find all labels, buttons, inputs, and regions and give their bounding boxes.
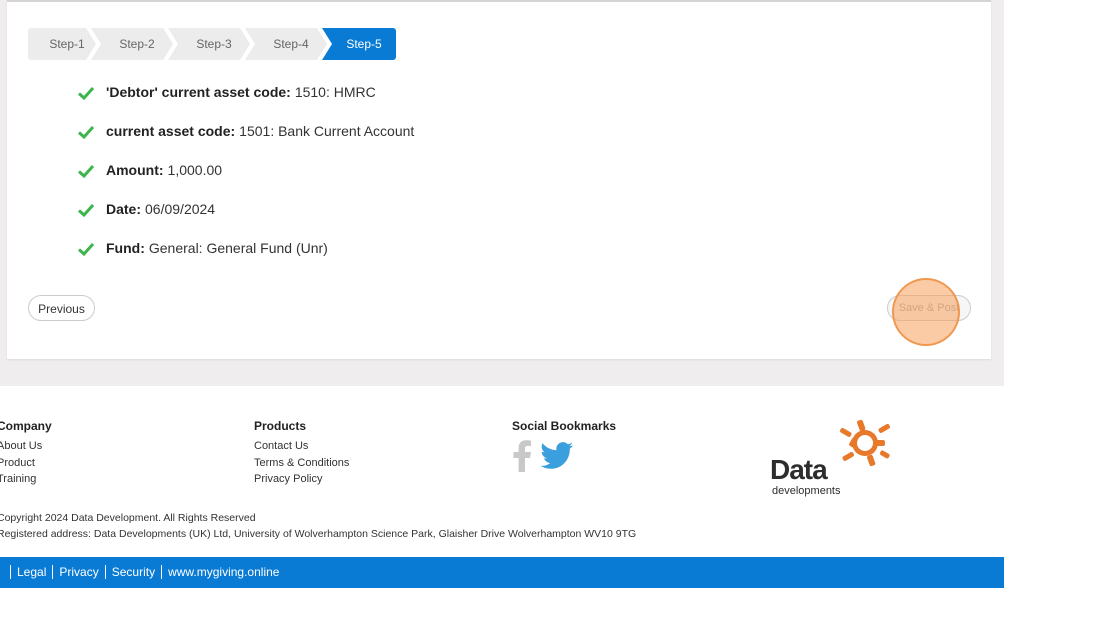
summary-value: General: General Fund (Unr) bbox=[148, 240, 328, 256]
summary-value: 1510: HMRC bbox=[294, 84, 376, 100]
footer-social-title: Social Bookmarks bbox=[512, 419, 617, 433]
check-icon bbox=[78, 203, 94, 218]
registered-address: Registered address: Data Developments (U… bbox=[0, 528, 637, 540]
summary-list: 'Debtor' current asset code: 1510: HMRC … bbox=[78, 84, 414, 279]
legal-link[interactable]: Legal bbox=[10, 565, 52, 579]
check-icon bbox=[78, 164, 94, 179]
facebook-icon[interactable] bbox=[512, 440, 532, 472]
summary-row-asset: current asset code: 1501: Bank Current A… bbox=[78, 123, 414, 162]
data-developments-logo: Data developments bbox=[770, 418, 905, 505]
check-icon bbox=[78, 86, 94, 101]
footer-link-terms[interactable]: Terms & Conditions bbox=[254, 457, 349, 469]
social-icons bbox=[512, 440, 574, 472]
step-2-tab[interactable]: Step-2 bbox=[91, 28, 173, 60]
save-and-post-button[interactable]: Save & Post bbox=[887, 295, 971, 321]
summary-label: Fund: bbox=[106, 240, 145, 256]
summary-row-date: Date: 06/09/2024 bbox=[78, 201, 414, 240]
wizard-steps: Step-1 Step-2 Step-3 Step-4 Step-5 bbox=[28, 28, 396, 60]
check-icon bbox=[78, 125, 94, 140]
summary-label: current asset code: bbox=[106, 123, 236, 139]
footer-company-title: Company bbox=[0, 419, 52, 433]
step-1-tab[interactable]: Step-1 bbox=[28, 28, 96, 60]
footer-link-contact[interactable]: Contact Us bbox=[254, 440, 308, 452]
logo-word-data: Data bbox=[770, 454, 828, 485]
footer-products-title: Products bbox=[254, 419, 307, 433]
privacy-link[interactable]: Privacy bbox=[52, 565, 104, 579]
summary-value: 1,000.00 bbox=[167, 162, 223, 178]
check-icon bbox=[78, 242, 94, 257]
summary-row-amount: Amount: 1,000.00 bbox=[78, 162, 414, 201]
security-link[interactable]: Security bbox=[104, 565, 161, 579]
summary-row-fund: Fund: General: General Fund (Unr) bbox=[78, 240, 414, 279]
summary-value: 1501: Bank Current Account bbox=[239, 123, 415, 139]
footer-link-product[interactable]: Product bbox=[0, 457, 35, 469]
logo-word-developments: developments bbox=[772, 485, 841, 497]
copyright-text: Copyright 2024 Data Development. All Rig… bbox=[0, 512, 256, 524]
previous-button[interactable]: Previous bbox=[28, 295, 95, 321]
summary-label: Amount: bbox=[106, 162, 164, 178]
footer-link-about[interactable]: About Us bbox=[0, 440, 42, 452]
summary-row-debtor: 'Debtor' current asset code: 1510: HMRC bbox=[78, 84, 414, 123]
footer-link-privacy-policy[interactable]: Privacy Policy bbox=[254, 473, 322, 485]
summary-label: Date: bbox=[106, 201, 142, 217]
twitter-icon[interactable] bbox=[540, 442, 574, 470]
summary-value: 06/09/2024 bbox=[145, 201, 216, 217]
mygiving-link[interactable]: www.mygiving.online bbox=[161, 565, 285, 579]
step-3-tab[interactable]: Step-3 bbox=[168, 28, 250, 60]
step-4-tab[interactable]: Step-4 bbox=[245, 28, 327, 60]
footer-link-training[interactable]: Training bbox=[0, 473, 36, 485]
summary-label: 'Debtor' current asset code: bbox=[106, 84, 291, 100]
step-5-tab[interactable]: Step-5 bbox=[322, 28, 396, 60]
bottom-link-bar: Legal Privacy Security www.mygiving.onli… bbox=[0, 557, 1004, 588]
